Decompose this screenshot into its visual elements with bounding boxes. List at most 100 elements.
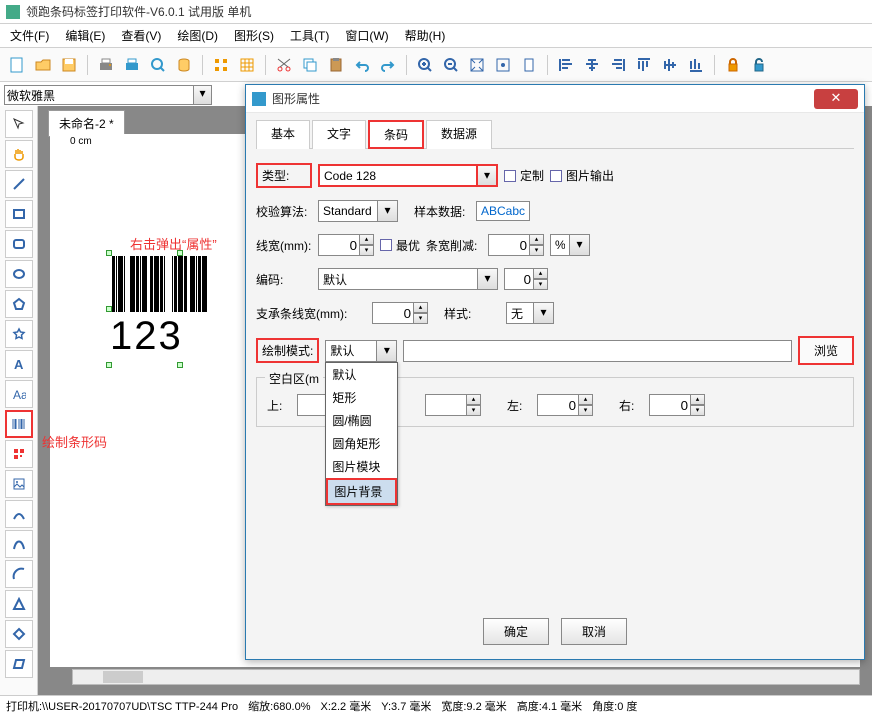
align-left-icon[interactable] [555, 54, 577, 76]
bearer-spinner[interactable]: ▴▾ [372, 302, 428, 324]
dropdown-opt-roundrect[interactable]: 圆角矩形 [326, 432, 397, 455]
undo-icon[interactable] [351, 54, 373, 76]
zoom-actual-icon[interactable] [492, 54, 514, 76]
image-tool[interactable] [5, 470, 33, 498]
save-icon[interactable] [58, 54, 80, 76]
dropdown-opt-rect[interactable]: 矩形 [326, 386, 397, 409]
align-middle-icon[interactable] [659, 54, 681, 76]
type-dropdown[interactable]: ▾ [478, 164, 498, 187]
browse-button[interactable]: 浏览 [798, 336, 854, 365]
zoom-out-icon[interactable] [440, 54, 462, 76]
encode-combo[interactable]: ▾ [318, 268, 498, 290]
dialog-titlebar[interactable]: 图形属性 ✕ [246, 85, 864, 113]
font-dropdown-button[interactable]: ▾ [194, 85, 212, 105]
dropdown-opt-default[interactable]: 默认 [326, 363, 397, 386]
align-right-icon[interactable] [607, 54, 629, 76]
dropdown-opt-imgmod[interactable]: 图片模块 [326, 455, 397, 478]
menu-window[interactable]: 窗口(W) [339, 25, 394, 46]
type-combo[interactable]: ▾ [318, 164, 498, 187]
hand-tool[interactable] [5, 140, 33, 168]
ok-button[interactable]: 确定 [483, 618, 549, 645]
dropdown-opt-imgbg[interactable]: 图片背景 [326, 478, 397, 505]
new-doc-icon[interactable] [6, 54, 28, 76]
drawmode-path[interactable] [403, 340, 792, 362]
lock-icon[interactable] [722, 54, 744, 76]
grid-icon[interactable] [236, 54, 258, 76]
barcut-unit[interactable]: ▾ [550, 234, 590, 256]
barcut-spinner[interactable]: ▴▾ [488, 234, 544, 256]
diamond-tool[interactable] [5, 620, 33, 648]
check-dropdown[interactable]: ▾ [378, 200, 398, 222]
menu-edit[interactable]: 编辑(E) [59, 25, 111, 46]
copy-icon[interactable] [299, 54, 321, 76]
preview-icon[interactable] [147, 54, 169, 76]
star-tool[interactable] [5, 320, 33, 348]
bezier-tool[interactable] [5, 530, 33, 558]
best-checkbox[interactable]: 最优 [380, 237, 420, 254]
print-icon[interactable] [121, 54, 143, 76]
font-name-input[interactable] [4, 85, 194, 105]
cancel-button[interactable]: 取消 [561, 618, 627, 645]
linewidth-spinner[interactable]: ▴▾ [318, 234, 374, 256]
rect-tool[interactable] [5, 200, 33, 228]
print-setup-icon[interactable] [95, 54, 117, 76]
tab-barcode[interactable]: 条码 [368, 120, 424, 149]
menu-file[interactable]: 文件(F) [4, 25, 55, 46]
polygon-tool[interactable] [5, 290, 33, 318]
left-spinner[interactable]: ▴▾ [537, 394, 593, 416]
grid-snap-icon[interactable] [210, 54, 232, 76]
database-icon[interactable] [173, 54, 195, 76]
triangle-tool[interactable] [5, 590, 33, 618]
unlock-icon[interactable] [748, 54, 770, 76]
dropdown-opt-ellipse[interactable]: 圆/椭圆 [326, 409, 397, 432]
roundrect-tool[interactable] [5, 230, 33, 258]
align-bottom-icon[interactable] [685, 54, 707, 76]
h-scrollbar-thumb[interactable] [103, 671, 143, 683]
richtext-tool[interactable]: Aa [5, 380, 33, 408]
style-combo[interactable]: ▾ [506, 302, 554, 324]
arc-tool[interactable] [5, 560, 33, 588]
custom-checkbox[interactable]: 定制 [504, 167, 544, 184]
up-btn[interactable]: ▴ [360, 234, 374, 245]
tab-datasource[interactable]: 数据源 [426, 120, 492, 149]
tab-basic[interactable]: 基本 [256, 120, 310, 149]
check-combo[interactable]: ▾ [318, 200, 398, 222]
menu-tool[interactable]: 工具(T) [284, 25, 335, 46]
parallelogram-tool[interactable] [5, 650, 33, 678]
menu-help[interactable]: 帮助(H) [399, 25, 452, 46]
down-btn[interactable]: ▾ [360, 245, 374, 256]
check-value[interactable] [318, 200, 378, 222]
zoom-in-icon[interactable] [414, 54, 436, 76]
right-spinner[interactable]: ▴▾ [649, 394, 705, 416]
encode-spinner[interactable]: ▴▾ [504, 268, 548, 290]
zoom-page-icon[interactable] [518, 54, 540, 76]
handle-bl[interactable] [106, 362, 112, 368]
type-value[interactable] [318, 164, 478, 187]
menu-shape[interactable]: 图形(S) [228, 25, 280, 46]
handle-tl[interactable] [106, 250, 112, 256]
drawmode-combo[interactable]: ▾ 默认 矩形 圆/椭圆 圆角矩形 图片模块 图片背景 [325, 340, 397, 362]
barcode-tool[interactable] [5, 410, 33, 438]
menu-view[interactable]: 查看(V) [115, 25, 167, 46]
zoom-fit-icon[interactable] [466, 54, 488, 76]
handle-mb[interactable] [177, 362, 183, 368]
pointer-tool[interactable] [5, 110, 33, 138]
h-scrollbar[interactable] [72, 669, 860, 685]
qrcode-tool[interactable] [5, 440, 33, 468]
line-tool[interactable] [5, 170, 33, 198]
tab-text[interactable]: 文字 [312, 120, 366, 149]
blank-spinner2[interactable]: ▴▾ [425, 394, 481, 416]
open-icon[interactable] [32, 54, 54, 76]
curve-tool[interactable] [5, 500, 33, 528]
handle-ml[interactable] [106, 306, 112, 312]
close-button[interactable]: ✕ [814, 89, 858, 109]
handle-mt[interactable] [177, 250, 183, 256]
paste-icon[interactable] [325, 54, 347, 76]
text-tool[interactable]: A [5, 350, 33, 378]
align-top-icon[interactable] [633, 54, 655, 76]
redo-icon[interactable] [377, 54, 399, 76]
align-center-icon[interactable] [581, 54, 603, 76]
menu-draw[interactable]: 绘图(D) [171, 25, 224, 46]
ellipse-tool[interactable] [5, 260, 33, 288]
imgout-checkbox[interactable]: 图片输出 [550, 167, 614, 184]
